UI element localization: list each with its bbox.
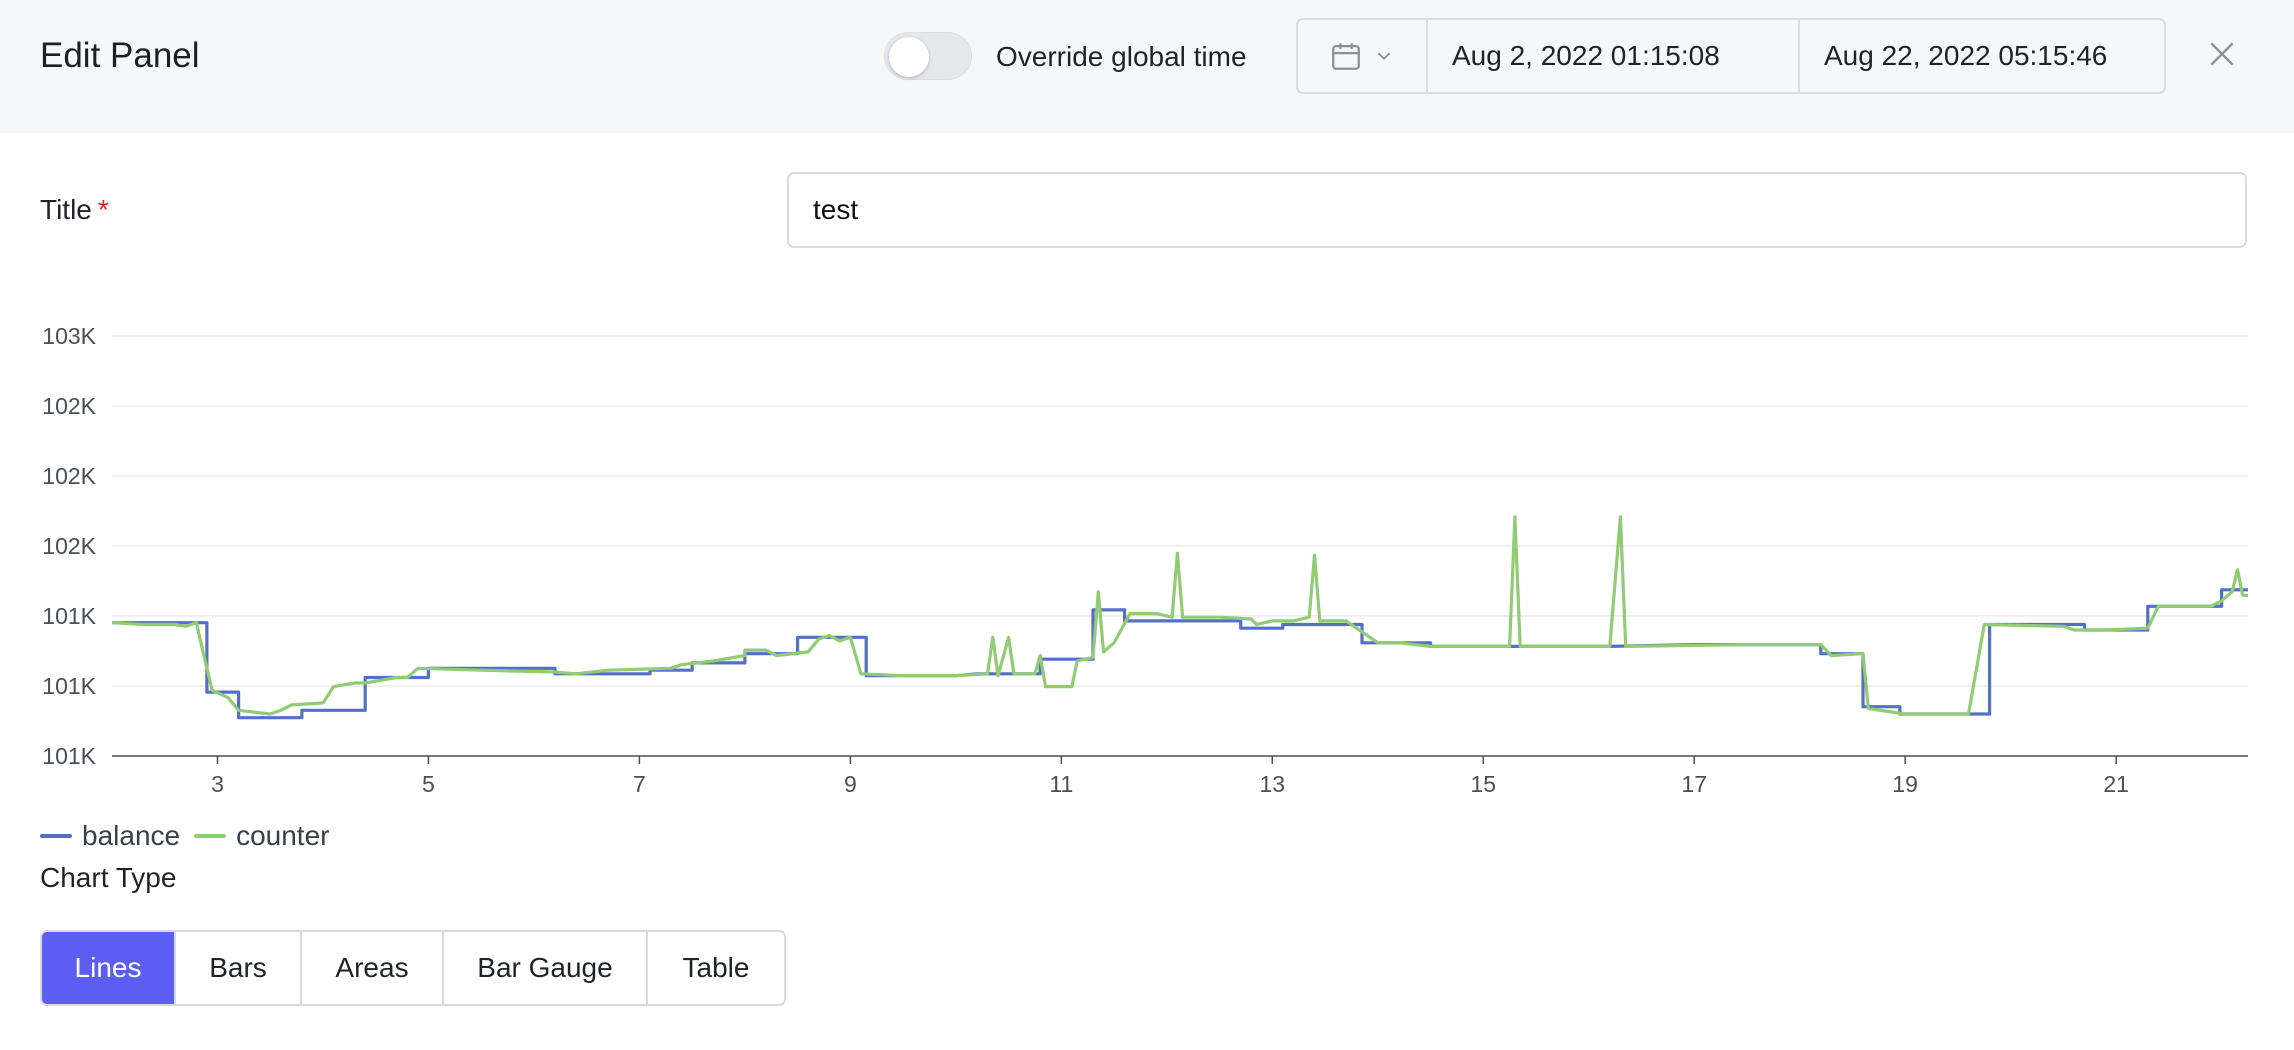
range-start-input[interactable]: Aug 2, 2022 01:15:08 — [1428, 20, 1800, 92]
required-mark: * — [97, 194, 109, 225]
title-input[interactable] — [787, 172, 2247, 248]
line-chart: 101K 101K 101K 102K 102K 102K 103K 3 5 7 9 11 13 15 17… — [42, 323, 2248, 797]
x-tick-label: 15 — [1470, 771, 1496, 797]
chart-type-bars-button[interactable]: Bars — [176, 932, 302, 1004]
chart-type-lines-button[interactable]: Lines — [42, 932, 176, 1004]
legend-swatch — [40, 834, 72, 838]
legend-label: balance — [82, 820, 181, 851]
chart-type-bar-gauge-button[interactable]: Bar Gauge — [444, 932, 648, 1004]
y-tick-label: 101K — [42, 743, 96, 769]
chevron-down-icon — [1377, 52, 1391, 61]
y-tick-label: 102K — [42, 463, 96, 489]
panel-header: Edit Panel Override global time Aug 2, 2… — [0, 0, 2294, 133]
x-tick-label: 13 — [1259, 771, 1285, 797]
x-tick-label: 3 — [211, 771, 224, 797]
y-tick-label: 102K — [42, 393, 96, 419]
y-tick-label: 101K — [42, 603, 96, 629]
legend-swatch — [194, 834, 227, 838]
y-tick-label: 103K — [42, 323, 96, 349]
toggle-knob — [889, 37, 929, 77]
x-tick-label: 19 — [1892, 771, 1918, 797]
y-tick-label: 102K — [42, 533, 96, 559]
range-end-input[interactable]: Aug 22, 2022 05:15:46 — [1800, 20, 2164, 92]
series-line-balance — [112, 588, 2248, 720]
close-icon[interactable] — [2206, 38, 2238, 70]
title-label: Title * — [40, 194, 109, 226]
chart-type-table-button[interactable]: Table — [648, 932, 784, 1004]
legend-item-balance[interactable]: balance — [40, 820, 180, 852]
time-range-picker: Aug 2, 2022 01:15:08 Aug 22, 2022 05:15:… — [1296, 18, 2166, 94]
override-global-time-toggle[interactable] — [884, 32, 972, 80]
override-global-time-label: Override global time — [996, 41, 1247, 72]
title-label-text: Title — [40, 194, 92, 225]
legend-label: counter — [236, 820, 330, 851]
x-tick-label: 9 — [844, 771, 857, 797]
calendar-icon — [1332, 43, 1360, 70]
chart-type-selector: Lines Bars Areas Bar Gauge Table — [40, 930, 786, 1006]
date-picker-button[interactable] — [1298, 20, 1428, 92]
chart-type-label: Chart Type — [40, 862, 177, 893]
x-tick-label: 11 — [1049, 771, 1073, 797]
chart-legend: balance counter — [40, 820, 334, 852]
chart-type-areas-button[interactable]: Areas — [302, 932, 444, 1004]
x-tick-label: 17 — [1681, 771, 1707, 797]
panel-title: Edit Panel — [40, 36, 200, 75]
x-tick-label: 21 — [2103, 771, 2129, 797]
y-tick-label: 101K — [42, 673, 96, 699]
x-tick-label: 7 — [633, 771, 646, 797]
x-tick-label: 5 — [422, 771, 435, 797]
legend-item-counter[interactable]: counter — [194, 820, 330, 852]
